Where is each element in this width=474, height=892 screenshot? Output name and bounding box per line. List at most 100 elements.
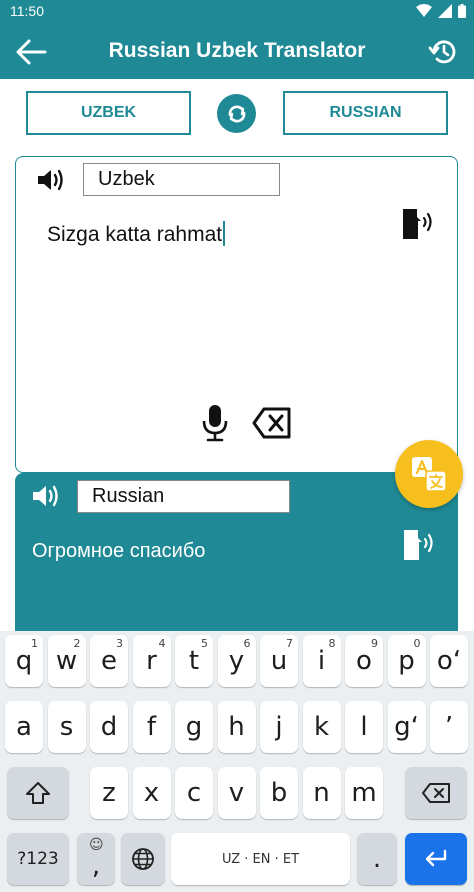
translated-text: Огромное спасибо [32, 540, 206, 562]
key-hint: 8 [328, 637, 336, 650]
key-label: v [228, 778, 245, 808]
history-icon [428, 40, 456, 64]
key-row2-5[interactable]: g [175, 701, 213, 753]
backspace-icon [422, 783, 450, 803]
space-key[interactable]: UZ · EN · ET [171, 833, 350, 885]
key-label: q [15, 646, 33, 676]
key-row3-6[interactable]: n [302, 767, 341, 819]
key-hint: 5 [201, 637, 208, 650]
battery-icon [458, 4, 466, 18]
key-4[interactable]: r4 [132, 635, 171, 687]
key-label: l [360, 712, 368, 742]
app-bar: Russian Uzbek Translator [0, 24, 474, 79]
text-to-speech-icon[interactable] [402, 528, 436, 562]
key-hint: 9 [371, 637, 378, 650]
key-8[interactable]: i8 [302, 635, 341, 687]
key-label: s [59, 712, 74, 742]
key-label: u [270, 646, 288, 676]
key-label: f [146, 712, 157, 742]
enter-icon [425, 849, 447, 867]
key-label: b [270, 778, 288, 808]
key-row3-2[interactable]: x [132, 767, 171, 819]
period-key[interactable]: . [357, 833, 397, 885]
status-bar: 11:50 [0, 0, 474, 24]
key-row2-3[interactable]: d [90, 701, 128, 753]
history-button[interactable] [422, 34, 464, 70]
key-10[interactable]: p0 [387, 635, 426, 687]
key-2[interactable]: w2 [47, 635, 86, 687]
backspace-key[interactable] [405, 767, 467, 819]
key-row2-2[interactable]: s [47, 701, 86, 753]
text-caret [223, 221, 226, 246]
key-row2-10[interactable]: g‘ [387, 701, 426, 753]
key-row2-4[interactable]: f [132, 701, 171, 753]
key-row3-3[interactable]: c [175, 767, 213, 819]
key-row3-4[interactable]: v [217, 767, 256, 819]
source-language-field[interactable]: Uzbek [83, 163, 280, 196]
key-label: g‘ [394, 712, 419, 742]
key-hint: 1 [31, 637, 38, 650]
source-text-input[interactable]: Sizga katta rahmat [47, 221, 226, 247]
speaker-icon[interactable] [36, 167, 68, 193]
text-to-speech-icon[interactable] [401, 207, 435, 241]
back-button[interactable] [10, 34, 52, 70]
key-row2-9[interactable]: l [345, 701, 383, 753]
key-row2-6[interactable]: h [217, 701, 256, 753]
key-label: h [228, 712, 245, 742]
wifi-icon [416, 4, 432, 17]
key-11[interactable]: o‘ [430, 635, 468, 687]
clear-text-icon[interactable] [252, 406, 292, 440]
key-hint: 7 [286, 637, 293, 650]
key-row2-11[interactable]: ’ [430, 701, 468, 753]
key-5[interactable]: t5 [175, 635, 213, 687]
key-row3-7[interactable]: m [345, 767, 383, 819]
key-row2-8[interactable]: k [302, 701, 341, 753]
target-panel: Russian Огромное спасибо [15, 473, 458, 643]
key-7[interactable]: u7 [260, 635, 298, 687]
key-row2-1[interactable]: a [5, 701, 43, 753]
target-language-field[interactable]: Russian [77, 480, 290, 513]
microphone-icon[interactable] [200, 403, 230, 443]
swap-icon [228, 105, 245, 122]
key-row3-1[interactable]: z [90, 767, 128, 819]
key-label: t [188, 646, 200, 676]
speaker-icon[interactable] [31, 483, 63, 509]
key-label: g [185, 712, 203, 742]
shift-key[interactable] [7, 767, 69, 819]
globe-icon [132, 848, 154, 870]
source-panel: Uzbek Sizga katta rahmat [15, 156, 458, 473]
app-title: Russian Uzbek Translator [108, 39, 366, 62]
key-3[interactable]: e3 [90, 635, 128, 687]
key-label: z [102, 778, 116, 808]
translate-button[interactable] [395, 440, 463, 508]
symbols-key[interactable]: ?123 [7, 833, 69, 885]
key-6[interactable]: y6 [217, 635, 256, 687]
shift-icon [26, 782, 50, 804]
swap-languages-button[interactable] [217, 94, 256, 133]
on-screen-keyboard: q 1 w 2 e 3 r 4 t 5 y 6 u 7 i 8 o 9 p 0 o‘ a s d f g h j k l g‘’ zxcv… [0, 631, 474, 892]
language-key[interactable] [121, 833, 165, 885]
target-language-button[interactable]: RUSSIAN [283, 91, 448, 135]
key-label: d [100, 712, 118, 742]
key-hint: 2 [73, 637, 81, 650]
key-row2-7[interactable]: j [260, 701, 298, 753]
status-icons [416, 4, 466, 18]
comma-key[interactable]: ☺ , [77, 833, 115, 885]
arrow-left-icon [16, 39, 47, 65]
key-label: o [356, 646, 372, 676]
source-language-button[interactable]: UZBEK [26, 91, 191, 135]
key-label: ’ [444, 712, 454, 742]
key-label: o‘ [436, 646, 462, 676]
key-9[interactable]: o9 [345, 635, 383, 687]
key-label: c [186, 778, 202, 808]
emoji-hint: ☺ [89, 837, 104, 853]
key-row3-5[interactable]: b [260, 767, 298, 819]
key-hint: 3 [116, 637, 123, 650]
key-hint: 6 [243, 637, 251, 650]
enter-key[interactable] [405, 833, 467, 885]
translate-icon [412, 457, 447, 492]
key-label: y [228, 646, 245, 676]
key-1[interactable]: q1 [5, 635, 43, 687]
key-label: m [351, 778, 377, 808]
key-label: e [101, 646, 117, 676]
